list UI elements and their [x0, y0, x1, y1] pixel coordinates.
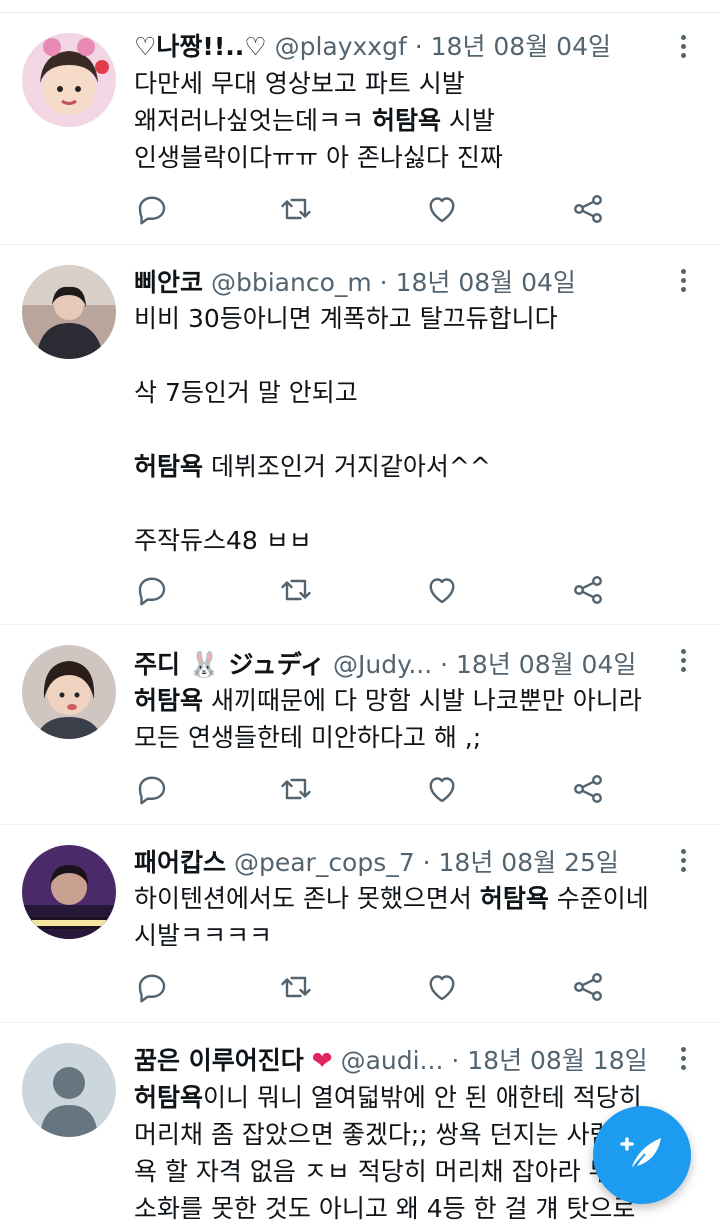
tweet-text: 하이텐션에서도 존나 못했으면서 허탐욕 수준이네 시발ㅋㅋㅋㅋ: [134, 880, 690, 954]
heart-icon[interactable]: [424, 572, 460, 608]
tweet-line: 다만세 무대 영상보고 파트 시발: [134, 69, 465, 98]
avatar[interactable]: [22, 33, 116, 127]
text-run: 왜저러나싶엇는데ㅋㅋ: [134, 106, 372, 135]
heart-icon[interactable]: [424, 191, 460, 227]
avatar[interactable]: [22, 265, 116, 359]
text-run: 하이텐션에서도 존나 못했으면서: [134, 884, 480, 913]
text-run: 이니 뭐니 열여덟밖에 안 된 애한테 적당히: [203, 1083, 642, 1112]
reply-icon[interactable]: [134, 191, 170, 227]
tweet-actions: [134, 191, 614, 231]
tweet-text: 비비 30등아니면 계폭하고 탈끄듀합니다 삭 7등인거 말 안되고 허탐욕 데…: [134, 300, 690, 559]
display-name[interactable]: 꿈은 이루어진다: [134, 1046, 304, 1075]
text-run: 데뷔조인거 거지같아서^^: [203, 452, 491, 481]
more-vertical-icon[interactable]: [674, 847, 694, 877]
user-handle[interactable]: @audi...: [341, 1046, 444, 1075]
tweet-line: 소화를 못한 것도 아니고 왜 4등 한 걸 걔 탓으로: [134, 1194, 636, 1223]
text-run: 시발: [440, 106, 495, 135]
tweet-actions: [134, 969, 614, 1009]
highlighted-keyword: 허탐욕: [134, 686, 204, 715]
share-icon[interactable]: [570, 771, 606, 807]
more-vertical-icon[interactable]: [674, 33, 694, 63]
user-handle[interactable]: @pear_cops_7: [234, 848, 415, 877]
user-handle[interactable]: @bbianco_m: [211, 268, 372, 297]
text-run: 수준이네: [548, 884, 649, 913]
top-divider: [0, 0, 720, 13]
tweet-line: 주작듀스48 ㅂㅂ: [134, 526, 312, 555]
text-run: 새끼때문에 다 망함 시발 나코뿐만 아니라: [203, 686, 642, 715]
tweet-text: 다만세 무대 영상보고 파트 시발 왜저러나싶엇는데ㅋㅋ 허탐욕 시발 인생블락…: [134, 65, 690, 176]
heart-icon[interactable]: [424, 969, 460, 1005]
separator-dot: ·: [379, 268, 388, 297]
tweet-line: 허탐욕 데뷔조인거 거지같아서^^: [134, 448, 690, 485]
compose-tweet-icon: [620, 1137, 661, 1171]
retweet-icon[interactable]: [278, 572, 314, 608]
tweet-line: 왜저러나싶엇는데ㅋㅋ 허탐욕 시발: [134, 102, 690, 139]
highlighted-keyword: 허탐욕: [371, 106, 441, 135]
tweet-date[interactable]: 18년 08월 04일: [431, 32, 611, 61]
tweet-date[interactable]: 18년 08월 25일: [439, 848, 619, 877]
retweet-icon[interactable]: [278, 771, 314, 807]
default-avatar[interactable]: [22, 1043, 116, 1137]
tweet-actions: [134, 771, 614, 811]
tweet-line: 허탐욕 새끼때문에 다 망함 시발 나코뿐만 아니라: [134, 682, 690, 719]
reply-icon[interactable]: [134, 771, 170, 807]
tweet-line: 허탐욕이니 뭐니 열여덟밖에 안 된 애한테 적당히: [134, 1079, 690, 1116]
retweet-icon[interactable]: [278, 191, 314, 227]
tweet-3[interactable]: 주디 🐰 ジュディ @Judy... · 18년 08월 04일 허탐욕 새끼때…: [0, 625, 720, 825]
tweet-line: 비비 30등아니면 계폭하고 탈끄듀합니다: [134, 304, 558, 333]
more-vertical-icon[interactable]: [674, 1045, 694, 1075]
separator-dot: ·: [451, 1046, 460, 1075]
reply-icon[interactable]: [134, 969, 170, 1005]
display-name[interactable]: 패어캅스: [134, 848, 226, 877]
tweet-2[interactable]: 삐안코 @bbianco_m · 18년 08월 04일 비비 30등아니면 계…: [0, 245, 720, 625]
avatar[interactable]: [22, 645, 116, 739]
tweet-date[interactable]: 18년 08월 18일: [467, 1046, 647, 1075]
tweet-line: 모든 연생들한테 미안하다고 해 ,;: [134, 723, 482, 752]
more-vertical-icon[interactable]: [674, 647, 694, 677]
share-icon[interactable]: [570, 969, 606, 1005]
display-name[interactable]: 삐안코: [134, 268, 203, 297]
separator-dot: ·: [414, 32, 423, 61]
tweet-date[interactable]: 18년 08월 04일: [396, 268, 576, 297]
tweet-line: 시발ㅋㅋㅋㅋ: [134, 921, 273, 950]
display-name[interactable]: ♡나짱!!..♡: [134, 32, 267, 61]
tweet-4[interactable]: 패어캅스 @pear_cops_7 · 18년 08월 25일 하이텐션에서도 …: [0, 825, 720, 1023]
tweet-1[interactable]: ♡나짱!!..♡ @playxxgf · 18년 08월 04일 다만세 무대 …: [0, 13, 720, 245]
more-vertical-icon[interactable]: [674, 267, 694, 297]
tweet-line: 인생블락이다ㅠㅠ 아 존나싫다 진짜: [134, 143, 503, 172]
display-name[interactable]: 주디 🐰 ジュディ: [134, 650, 325, 679]
heart-icon[interactable]: [424, 771, 460, 807]
compose-tweet-button[interactable]: [593, 1106, 691, 1204]
red-heart-icon: ❤: [311, 1046, 333, 1075]
share-icon[interactable]: [570, 572, 606, 608]
retweet-icon[interactable]: [278, 969, 314, 1005]
avatar[interactable]: [22, 845, 116, 939]
tweet-line: 삭 7등인거 말 안되고: [134, 378, 358, 407]
tweet-text: 허탐욕 새끼때문에 다 망함 시발 나코뿐만 아니라 모든 연생들한테 미안하다…: [134, 682, 690, 756]
tweet-actions: [134, 572, 614, 612]
user-handle[interactable]: @playxxgf: [275, 32, 407, 61]
highlighted-keyword: 허탐욕: [479, 884, 549, 913]
highlighted-keyword: 허탐욕: [134, 1083, 204, 1112]
share-icon[interactable]: [570, 191, 606, 227]
user-handle[interactable]: @Judy...: [333, 650, 432, 679]
tweet-line: 하이텐션에서도 존나 못했으면서 허탐욕 수준이네: [134, 880, 690, 917]
tweet-date[interactable]: 18년 08월 04일: [456, 650, 636, 679]
highlighted-keyword: 허탐욕: [134, 452, 204, 481]
reply-icon[interactable]: [134, 572, 170, 608]
separator-dot: ·: [422, 848, 431, 877]
separator-dot: ·: [440, 650, 449, 679]
